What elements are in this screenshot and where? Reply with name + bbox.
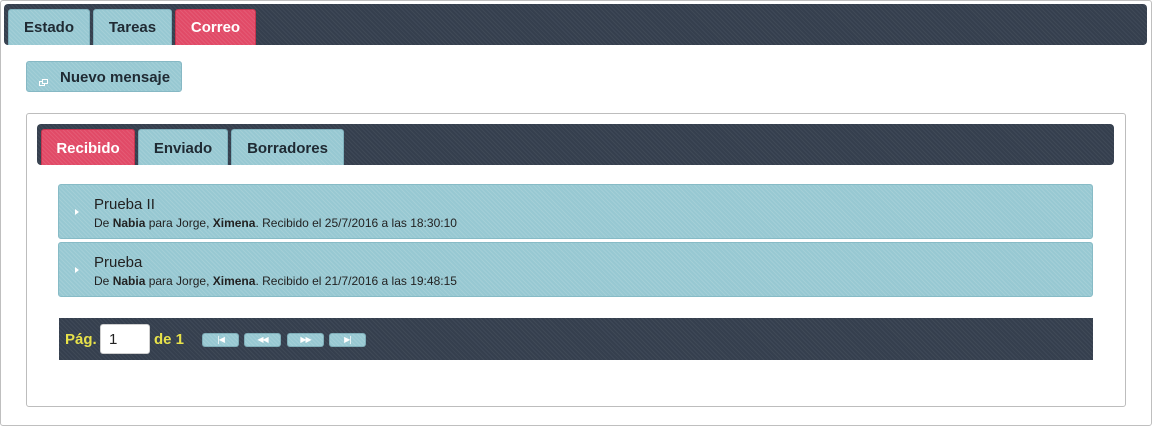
received-date: . Recibido el 21/7/2016 a las 19:48:15	[255, 274, 457, 288]
new-message-label: Nuevo mensaje	[60, 69, 171, 86]
from-prefix: De	[94, 216, 113, 230]
tab-label: Estado	[23, 19, 74, 36]
message-recipient: Ximena	[212, 216, 256, 230]
new-message-button[interactable]: Nuevo mensaje	[26, 61, 182, 92]
last-page-button[interactable]: ▶|	[329, 333, 366, 347]
expand-arrow-icon[interactable]	[75, 209, 79, 215]
tab-correo[interactable]: Correo	[175, 9, 256, 45]
tab-label: Recibido	[56, 140, 120, 157]
message-recipient: Ximena	[212, 274, 256, 288]
message-sender: Nabia	[112, 216, 146, 230]
page-count-label: de 1	[154, 331, 185, 348]
message-item[interactable]: Prueba De Nabia para Jorge, Ximena. Reci…	[58, 242, 1093, 297]
message-item[interactable]: Prueba II De Nabia para Jorge, Ximena. R…	[58, 184, 1093, 239]
message-meta: De Nabia para Jorge, Ximena. Recibido el…	[94, 274, 457, 288]
expand-arrow-icon[interactable]	[75, 267, 79, 273]
page-label: Pág.	[65, 331, 97, 348]
message-subject: Prueba II	[94, 196, 155, 213]
mail-tab-bar: Recibido Enviado Borradores	[37, 124, 1114, 165]
tab-label: Correo	[190, 19, 241, 36]
previous-page-button[interactable]: ◀◀	[244, 333, 281, 347]
message-sender: Nabia	[112, 274, 146, 288]
main-tab-bar: Estado Tareas Correo	[4, 4, 1147, 45]
tab-label: Borradores	[247, 140, 328, 157]
tab-estado[interactable]: Estado	[8, 9, 90, 45]
to-prefix: para Jorge,	[145, 274, 213, 288]
tab-label: Tareas	[108, 19, 157, 36]
page-number-input[interactable]	[100, 324, 150, 354]
pagination-bar: Pág. de 1 |◀ ◀◀ ▶▶ ▶|	[59, 318, 1093, 360]
message-subject: Prueba	[94, 254, 143, 271]
message-meta: De Nabia para Jorge, Ximena. Recibido el…	[94, 216, 457, 230]
tab-tareas[interactable]: Tareas	[93, 9, 172, 45]
first-page-button[interactable]: |◀	[202, 333, 239, 347]
tab-borradores[interactable]: Borradores	[231, 129, 344, 165]
tab-enviado[interactable]: Enviado	[138, 129, 228, 165]
new-window-icon	[39, 73, 48, 86]
from-prefix: De	[94, 274, 113, 288]
tab-recibido[interactable]: Recibido	[41, 129, 135, 165]
to-prefix: para Jorge,	[145, 216, 213, 230]
tab-label: Enviado	[153, 140, 213, 157]
next-page-button[interactable]: ▶▶	[287, 333, 324, 347]
received-date: . Recibido el 25/7/2016 a las 18:30:10	[255, 216, 457, 230]
